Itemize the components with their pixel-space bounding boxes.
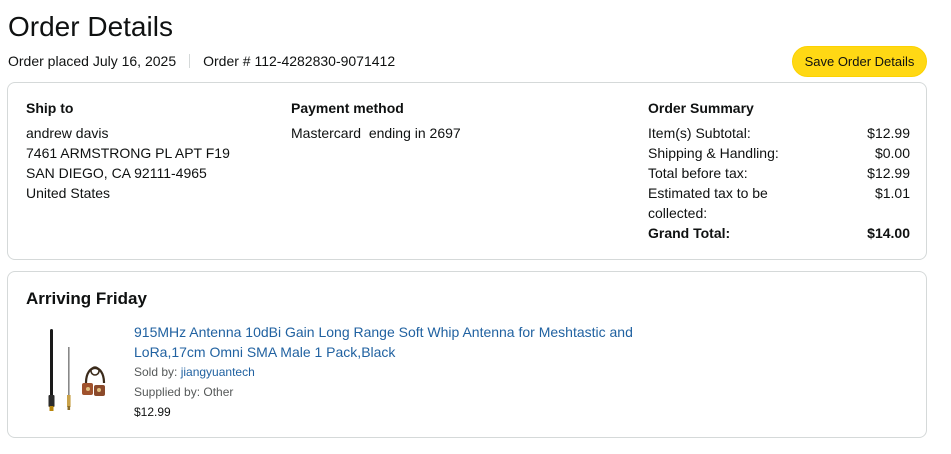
sold-by-label: Sold by: <box>134 365 181 379</box>
ship-to-section: Ship to andrew davis 7461 ARMSTRONG PL A… <box>26 99 276 203</box>
order-placed-date: Order placed July 16, 2025 <box>8 53 177 69</box>
page-title: Order Details <box>8 11 173 42</box>
summary-row-grand-total: Grand Total: $14.00 <box>648 223 910 243</box>
ship-to-address-line1: 7461 ARMSTRONG PL APT F19 <box>26 145 230 161</box>
payment-method-section: Payment method Mastercard ending in 2697 <box>291 99 611 143</box>
summary-row-tax: Estimated tax to be collected: $1.01 <box>648 183 910 223</box>
summary-value: $1.01 <box>874 185 910 201</box>
ship-to-country: United States <box>26 185 111 201</box>
item-price: $12.99 <box>134 405 171 419</box>
payment-method-heading: Payment method <box>291 100 404 116</box>
product-info: 915MHz Antenna 10dBi Gain Long Range Sof… <box>134 322 694 422</box>
payment-method-detail: Mastercard ending in 2697 <box>291 123 611 143</box>
product-image[interactable] <box>42 327 112 415</box>
summary-label: Grand Total: <box>648 225 731 241</box>
supplied-by-line: Supplied by: Other <box>134 385 234 399</box>
shipment-card: Arriving Friday 915MHz Antenna 10dBi Gai… <box>7 271 927 438</box>
summary-row-subtotal: Item(s) Subtotal: $12.99 <box>648 123 910 143</box>
seller-link[interactable]: jiangyuantech <box>181 365 255 379</box>
order-summary-card: Ship to andrew davis 7461 ARMSTRONG PL A… <box>7 82 927 260</box>
card-ending: ending in 2697 <box>368 125 461 141</box>
ship-to-heading: Ship to <box>26 100 74 116</box>
ship-to-name: andrew davis <box>26 125 109 141</box>
summary-row-before-tax: Total before tax: $12.99 <box>648 163 910 183</box>
summary-label: Total before tax: <box>648 165 748 181</box>
summary-label: Estimated tax to be collected: <box>648 185 768 221</box>
order-summary-section: Order Summary Item(s) Subtotal: $12.99 S… <box>648 99 910 243</box>
summary-label: Item(s) Subtotal: <box>648 125 751 141</box>
ship-to-address-line2: SAN DIEGO, CA 92111-4965 <box>26 165 207 181</box>
card-brand: Mastercard <box>291 125 362 141</box>
summary-row-shipping: Shipping & Handling: $0.00 <box>648 143 910 163</box>
antenna-image-icon <box>48 329 106 411</box>
summary-value: $0.00 <box>874 145 910 161</box>
order-meta: Order placed July 16, 2025 Order # 112-4… <box>8 52 395 70</box>
summary-value: $12.99 <box>867 165 910 181</box>
product-title-link[interactable]: 915MHz Antenna 10dBi Gain Long Range Sof… <box>134 322 694 362</box>
sold-by-line: Sold by: jiangyuantech <box>134 362 694 382</box>
order-number: Order # 112-4282830-9071412 <box>203 53 396 69</box>
order-summary-heading: Order Summary <box>648 100 754 116</box>
summary-value: $12.99 <box>867 125 910 141</box>
summary-value: $14.00 <box>867 225 910 241</box>
save-order-details-button[interactable]: Save Order Details <box>792 46 927 77</box>
meta-divider <box>189 54 191 68</box>
delivery-status-heading: Arriving Friday <box>26 289 147 308</box>
summary-label: Shipping & Handling: <box>648 145 779 161</box>
